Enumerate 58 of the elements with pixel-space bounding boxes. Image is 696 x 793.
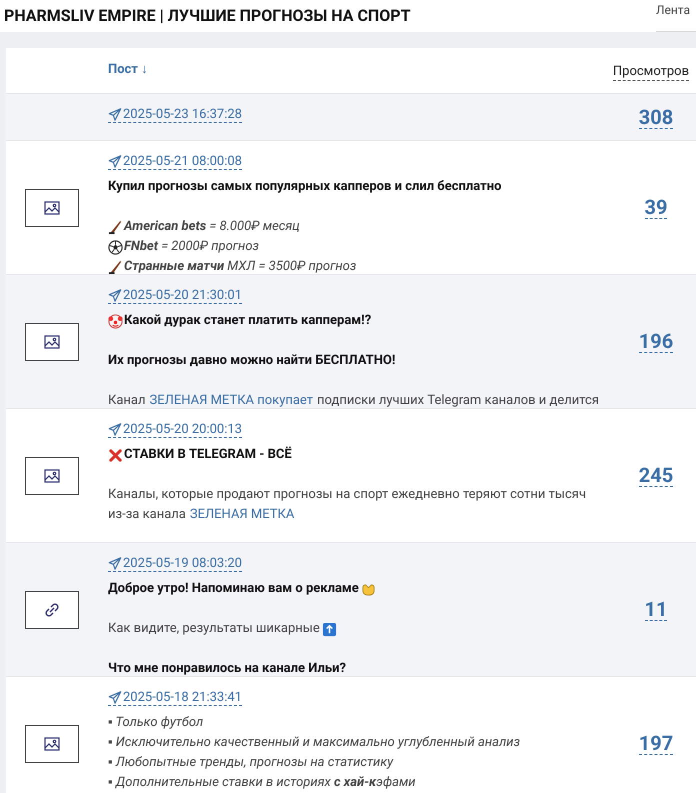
link-icon	[44, 602, 60, 618]
post-text: подписки лучших Telegram каналов и делится	[317, 392, 599, 408]
channel-link[interactable]: ЗЕЛЕНАЯ МЕТКА покупает	[150, 391, 314, 408]
view-count[interactable]: 245	[638, 464, 674, 487]
view-count[interactable]: 39	[644, 196, 668, 219]
clown-face-icon	[108, 314, 123, 328]
link-placeholder[interactable]	[25, 590, 79, 628]
post-text: из-за канала	[108, 506, 186, 524]
site-title: PHARMSLIV EMPIRE | ЛУЧШИЕ ПРОГНОЗЫ НА СПОРТ	[3, 5, 410, 27]
paper-plane-icon	[108, 108, 122, 121]
post-text: ▪ Исключительно качественный и максимально углубленный анализ	[108, 734, 520, 752]
view-count[interactable]: 196	[638, 330, 674, 353]
post-text: Доброе утро! Напоминаю вам о рекламе	[108, 580, 359, 598]
post-text: Какой дурак станет платить капперам!?	[124, 312, 372, 330]
view-count[interactable]: 197	[638, 732, 674, 755]
view-count[interactable]: 11	[644, 598, 668, 621]
post-text: ▪ Дополнительные ставки в историях с хай-кэфами	[108, 774, 416, 792]
image-placeholder[interactable]	[25, 188, 79, 226]
post-text: Как видите, результаты шикарные	[108, 620, 320, 638]
view-count[interactable]: 308	[638, 106, 674, 129]
paper-plane-icon	[108, 289, 122, 302]
post-date-link[interactable]: 2025-05-21 08:00:08	[108, 154, 242, 170]
post-text: Что мне понравилось на канале Ильи?	[108, 660, 346, 676]
post-text: Их прогнозы давно можно найти БЕСПЛАТНО!	[108, 352, 396, 370]
cross-icon	[108, 448, 123, 462]
views-column-header[interactable]: Просмотров	[612, 64, 689, 81]
feed-link[interactable]: Лента	[656, 0, 696, 32]
post-text: СТАВКИ В TELEGRAM - ВСЁ	[124, 446, 292, 464]
post-text: American bets = 8.000₽ месяц	[124, 218, 300, 236]
hockey-stick-icon	[108, 220, 123, 234]
post-text: ▪ Любопытные тренды, прогнозы на статистику	[108, 754, 394, 772]
image-placeholder[interactable]	[25, 456, 79, 494]
image-icon	[44, 200, 60, 214]
image-placeholder[interactable]	[25, 724, 79, 762]
paper-plane-icon	[108, 155, 122, 168]
post-date-link[interactable]: 2025-05-19 08:03:20	[108, 556, 242, 572]
paper-plane-icon	[108, 557, 122, 570]
post-column-header[interactable]: Пост ↓	[108, 60, 148, 79]
post-text: Канал	[108, 392, 146, 408]
post-text: Каналы, которые продают прогнозы на спорт ежедневно теряют сотни тысяч	[108, 486, 586, 504]
post-date-link[interactable]: 2025-05-23 16:37:28	[108, 107, 242, 123]
post-text: ▪ Только футбол	[108, 714, 204, 732]
paper-plane-icon	[108, 691, 122, 704]
paper-plane-icon	[108, 423, 122, 436]
post-date-link[interactable]: 2025-05-18 21:33:41	[108, 690, 242, 706]
post-text: Странные матчи МХЛ = 3500₽ прогноз	[124, 258, 356, 274]
image-icon	[44, 334, 60, 348]
image-placeholder[interactable]	[25, 322, 79, 360]
post-text: Купил прогнозы самых популярных капперов и слил бесплатно	[108, 178, 502, 196]
image-icon	[44, 736, 60, 750]
soccer-ball-icon	[108, 240, 123, 254]
hockey-stick-icon	[108, 260, 123, 274]
post-date-link[interactable]: 2025-05-20 20:00:13	[108, 422, 242, 438]
post-date-link[interactable]: 2025-05-20 21:30:01	[108, 288, 242, 304]
channel-link[interactable]: ЗЕЛЕНАЯ МЕТКА	[190, 505, 294, 525]
heart-hands-icon	[360, 582, 376, 596]
image-icon	[44, 468, 60, 482]
post-text: FNbet = 2000₽ прогноз	[124, 238, 259, 256]
